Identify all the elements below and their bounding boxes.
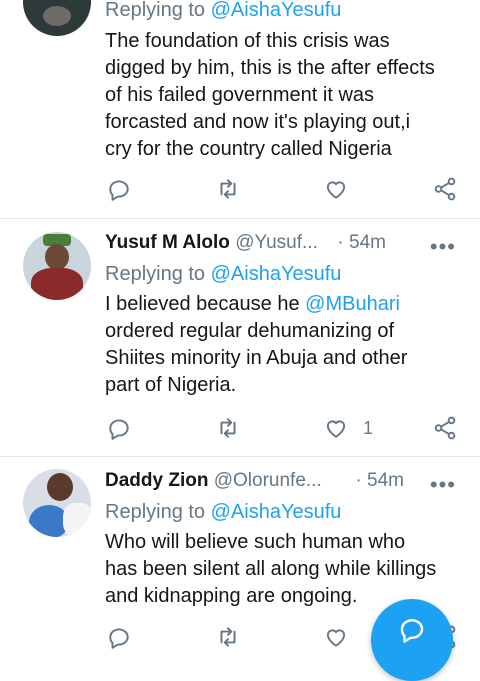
reply-icon <box>109 180 129 201</box>
retweet-icon <box>220 627 236 647</box>
retweet-button[interactable] <box>215 622 241 652</box>
tweet-header: Yusuf M Alolo @Yusuf... <box>105 232 318 258</box>
compose-icon <box>400 619 424 643</box>
share-icon <box>434 416 456 440</box>
reply-icon <box>109 628 129 649</box>
like-button[interactable]: 1 <box>323 413 373 443</box>
replying-to: Replying to @AishaYesufu <box>105 501 342 523</box>
tweet-text: Who will believe such human who has been… <box>105 531 437 607</box>
display-name[interactable]: Daddy Zion <box>105 470 208 491</box>
share-icon <box>434 177 456 201</box>
mention-link[interactable]: @AishaYesufu <box>211 263 342 285</box>
more-options-button[interactable]: ••• <box>430 472 456 498</box>
tweet-actions: 1 <box>0 413 480 443</box>
reply-button[interactable] <box>106 622 132 652</box>
share-button[interactable] <box>432 174 458 204</box>
retweet-button[interactable] <box>215 174 241 204</box>
heart-icon <box>326 629 346 647</box>
retweet-icon <box>220 418 236 438</box>
like-button[interactable] <box>323 174 349 204</box>
avatar[interactable] <box>23 232 91 300</box>
mention-link[interactable]: @AishaYesufu <box>211 501 342 523</box>
reply-button[interactable] <box>106 174 132 204</box>
compose-reply-button[interactable] <box>371 599 453 681</box>
avatar[interactable] <box>23 0 91 36</box>
tweet-text: The foundation of this crisis was digged… <box>105 30 435 160</box>
like-button[interactable] <box>323 622 349 652</box>
user-handle[interactable]: @Olorunfe... <box>214 470 322 491</box>
reply-icon <box>109 419 129 440</box>
tweet-2[interactable]: Yusuf M Alolo @Yusuf... · 54m ••• Replyi… <box>0 218 480 457</box>
timestamp[interactable]: 54m <box>367 470 404 491</box>
tweet-text: I believed because he @MBuhari ordered r… <box>105 293 408 396</box>
replying-to: Replying to @AishaYesufu <box>105 263 342 285</box>
retweet-icon <box>220 179 236 199</box>
timestamp[interactable]: 54m <box>349 232 386 253</box>
like-count: 1 <box>363 417 374 438</box>
mention-link[interactable]: @AishaYesufu <box>211 0 342 21</box>
share-button[interactable] <box>432 413 458 443</box>
mention-link[interactable]: @MBuhari <box>305 293 400 315</box>
retweet-button[interactable] <box>215 413 241 443</box>
tweet-1[interactable]: Replying to @AishaYesufu The foundation … <box>0 0 480 219</box>
heart-icon <box>326 181 346 199</box>
display-name[interactable]: Yusuf M Alolo <box>105 232 230 253</box>
tweet-header: Daddy Zion @Olorunfe... <box>105 470 322 496</box>
tweet-actions <box>0 174 480 204</box>
tweet-meta: · 54m <box>355 470 404 491</box>
avatar[interactable] <box>23 469 91 537</box>
reply-button[interactable] <box>106 413 132 443</box>
tweet-meta: · 54m <box>337 232 386 253</box>
heart-icon <box>326 420 346 438</box>
replying-to: Replying to @AishaYesufu <box>105 0 342 21</box>
more-options-button[interactable]: ••• <box>430 234 456 260</box>
user-handle[interactable]: @Yusuf... <box>235 232 318 253</box>
